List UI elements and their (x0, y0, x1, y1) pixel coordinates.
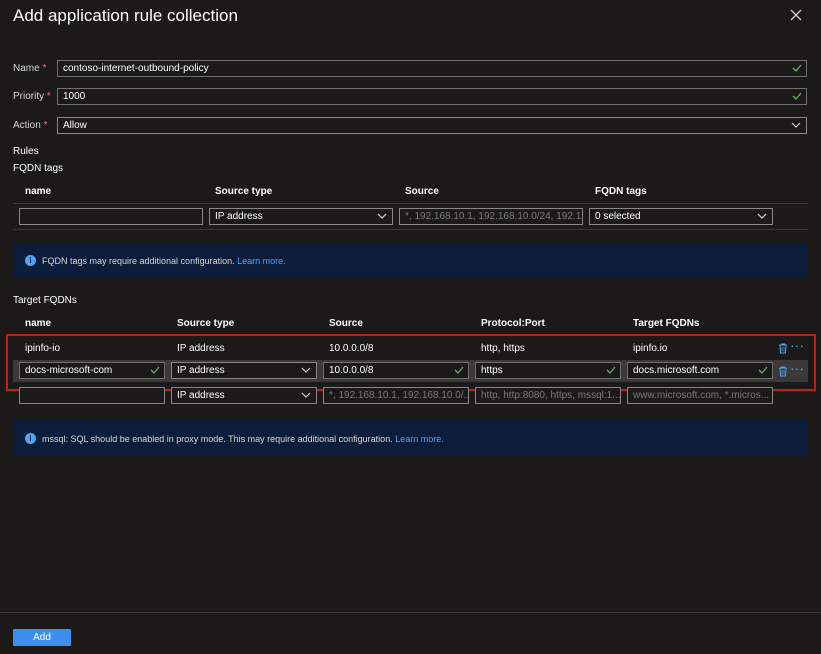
check-icon (606, 366, 616, 374)
col-target-fqdns: Target FQDNs (633, 318, 700, 329)
rules-heading: Rules (13, 146, 39, 157)
action-select[interactable]: Allow (57, 117, 807, 134)
chevron-down-icon (301, 367, 311, 373)
col-name: name (25, 318, 52, 329)
new-target-fqdns-input[interactable]: www.microsoft.com, *.micros... (627, 387, 773, 404)
mssql-learn-more-link[interactable]: Learn more. (395, 434, 444, 444)
fqdn-tags-heading: FQDN tags (13, 163, 64, 174)
fqdn-tags-learn-more-link[interactable]: Learn more. (237, 256, 286, 266)
name-value: contoso-internet-outbound-policy (63, 63, 209, 74)
chevron-down-icon (757, 213, 767, 219)
mssql-info-text: mssql: SQL should be enabled in proxy mo… (42, 434, 393, 444)
target-protocol-input[interactable]: https (475, 362, 621, 379)
col-fqdn-tags: FQDN tags (595, 186, 647, 197)
info-icon: i (25, 433, 36, 444)
priority-input[interactable]: 1000 (57, 88, 807, 105)
col-protocol-port: Protocol:Port (481, 318, 545, 329)
close-icon[interactable] (789, 8, 803, 22)
fqdn-tags-info-banner: i FQDN tags may require additional confi… (13, 243, 808, 278)
target-fqdns-input[interactable]: docs.microsoft.com (627, 362, 773, 379)
info-icon: i (25, 255, 36, 266)
chevron-down-icon (377, 213, 387, 219)
delete-icon[interactable] (778, 366, 788, 377)
target-name-input[interactable]: docs-microsoft-com (19, 362, 165, 379)
panel-title: Add application rule collection (13, 6, 238, 25)
new-target-name-input[interactable] (19, 387, 165, 404)
table-row-editing[interactable]: docs-microsoft-com IP address 10.0.0.0/8… (13, 360, 808, 382)
col-source: Source (405, 186, 439, 197)
more-options-icon[interactable]: ··· (790, 361, 804, 375)
check-icon (454, 366, 464, 374)
check-icon (792, 92, 802, 100)
new-target-protocol-input[interactable]: http, http:8080, https, mssql:1... (475, 387, 621, 404)
col-name: name (25, 186, 52, 197)
name-label: Name * (13, 63, 47, 74)
check-icon (758, 366, 768, 374)
mssql-info-banner: i mssql: SQL should be enabled in proxy … (13, 420, 808, 456)
fqdn-tag-source-type-select[interactable]: IP address (209, 208, 393, 225)
col-source-type: Source type (177, 318, 235, 329)
check-icon (150, 366, 160, 374)
chevron-down-icon (301, 392, 311, 398)
fqdn-tag-source-input[interactable]: *, 192.168.10.1, 192.168.10.0/24, 192.1.… (399, 208, 583, 225)
fqdn-tags-select[interactable]: 0 selected (589, 208, 773, 225)
footer-divider (0, 612, 821, 613)
name-input[interactable]: contoso-internet-outbound-policy (57, 60, 807, 77)
add-button[interactable]: Add (13, 629, 71, 646)
check-icon (792, 64, 802, 72)
new-target-source-type-select[interactable]: IP address (171, 387, 317, 404)
col-source: Source (329, 318, 363, 329)
new-target-source-input[interactable]: *, 192.168.10.1, 192.168.10.0/... (323, 387, 469, 404)
table-row[interactable]: ipinfo-io IP address 10.0.0.0/8 http, ht… (13, 338, 808, 358)
divider (13, 203, 808, 204)
target-source-input[interactable]: 10.0.0.0/8 (323, 362, 469, 379)
target-source-type-select[interactable]: IP address (171, 362, 317, 379)
delete-icon[interactable] (778, 343, 788, 354)
divider (13, 229, 808, 230)
chevron-down-icon (791, 122, 801, 128)
fqdn-tags-info-text: FQDN tags may require additional configu… (42, 256, 235, 266)
more-options-icon[interactable]: ··· (790, 338, 804, 352)
fqdn-tag-name-input[interactable] (19, 208, 203, 225)
target-fqdns-heading: Target FQDNs (13, 295, 77, 306)
action-value: Allow (63, 120, 87, 131)
action-label: Action * (13, 120, 48, 131)
col-source-type: Source type (215, 186, 273, 197)
priority-label: Priority * (13, 91, 51, 102)
priority-value: 1000 (63, 91, 86, 102)
